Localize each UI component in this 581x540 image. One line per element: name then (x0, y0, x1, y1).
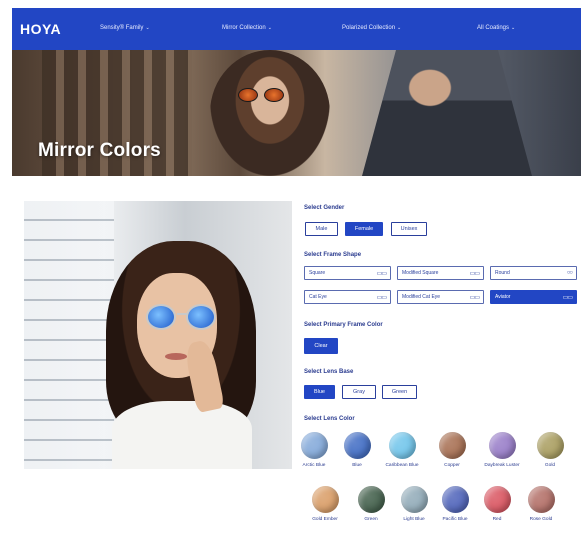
lens-color-swatch[interactable] (441, 486, 469, 513)
lens-color-swatch[interactable] (536, 432, 564, 459)
frame-shape-label: Select Frame Shape (304, 252, 362, 258)
chevron-down-icon: ⌄ (267, 25, 272, 31)
lens-color-option[interactable]: Red (477, 486, 517, 522)
lens-color-name: Green (364, 517, 378, 522)
nav-item-mirror[interactable]: Mirror Collection ⌄ (222, 25, 272, 31)
lens-color-name: Copper (444, 463, 460, 468)
frame-shape-name: Aviator (495, 294, 511, 300)
lens-color-swatch[interactable] (488, 432, 516, 459)
lens-color-name: Red (492, 517, 502, 522)
glasses-icon: ▭▭ (376, 270, 387, 277)
lens-color-name: Blue (352, 463, 362, 468)
lens-color-option[interactable]: Gold (530, 432, 570, 468)
frame-shape-name: Square (309, 270, 326, 276)
frame-shape-name: Modified Cat Eye (402, 294, 441, 300)
lens-color-name: Gold Ember (312, 517, 338, 522)
model-preview-image (24, 201, 292, 469)
gender-unisex-button[interactable]: Unisex (391, 222, 427, 236)
lens-color-option[interactable]: Pacific Blue (435, 486, 475, 522)
glasses-icon: ▭▭ (376, 294, 387, 301)
nav-item-polarized[interactable]: Polarized Collection ⌄ (342, 25, 401, 31)
hero-banner: Mirror Colors (12, 50, 581, 176)
lens-color-name: Arctic Blue (302, 463, 326, 468)
lens-color-swatch[interactable] (483, 486, 511, 513)
lens-color-name: Pacific Blue (442, 517, 468, 522)
glasses-icon: ▭▭ (469, 294, 480, 301)
nav-item-label: Sensity® Family (100, 25, 144, 31)
nav-item-label: Mirror Collection (222, 25, 266, 31)
frame-color-clear-button[interactable]: Clear (304, 338, 338, 354)
top-nav: HOYA Sensity® Family ⌄ Mirror Collection ⌄… (12, 8, 581, 50)
nav-item-sensity[interactable]: Sensity® Family ⌄ (100, 25, 150, 31)
frame-shape-square[interactable]: Square ▭▭ (304, 266, 391, 280)
lens-color-swatch[interactable] (527, 486, 555, 513)
lens-color-name: Daybreak Luster (484, 463, 520, 468)
frame-shape-modified-cat-eye[interactable]: Modified Cat Eye ▭▭ (397, 290, 484, 304)
preview-frame-bridge (177, 313, 187, 315)
frame-shape-round[interactable]: Round ○○ (490, 266, 577, 280)
model-top (112, 401, 252, 469)
lens-color-swatch[interactable] (438, 432, 466, 459)
lens-color-swatch[interactable] (343, 432, 371, 459)
preview-lens-left (146, 304, 176, 330)
store-shelf (24, 201, 114, 469)
lens-color-swatch[interactable] (357, 486, 385, 513)
glasses-icon: ▭▭ (562, 294, 573, 301)
lens-color-name: Caribbean Blue (385, 463, 419, 468)
lens-color-swatch[interactable] (300, 432, 328, 459)
frame-shape-name: Modified Square (402, 270, 439, 276)
lens-color-option[interactable]: Arctic Blue (294, 432, 334, 468)
lens-color-option[interactable]: Blue (337, 432, 377, 468)
hero-woman-image (210, 50, 330, 176)
nav-item-label: All Coatings (477, 25, 510, 31)
lens-color-name: Light Blue (403, 517, 425, 522)
nav-item-label: Polarized Collection (342, 25, 396, 31)
lens-color-name: Gold (544, 463, 556, 468)
lens-color-swatch[interactable] (388, 432, 416, 459)
chevron-down-icon: ⌄ (397, 25, 402, 31)
frame-shape-aviator[interactable]: Aviator ▭▭ (490, 290, 577, 304)
lens-color-option[interactable]: Green (351, 486, 391, 522)
lens-color-option[interactable]: Gold Ember (305, 486, 345, 522)
page-title: Mirror Colors (38, 140, 161, 161)
frame-shape-name: Round (495, 270, 510, 276)
nav-item-coatings[interactable]: All Coatings ⌄ (477, 25, 515, 31)
hero-man-image (362, 50, 532, 176)
hero-sunglasses (238, 88, 288, 102)
lens-color-option[interactable]: Copper (432, 432, 472, 468)
frame-color-label: Select Primary Frame Color (304, 322, 383, 328)
lens-base-label: Select Lens Base (304, 369, 354, 375)
lens-color-name: Rose Gold (529, 517, 553, 522)
chevron-down-icon: ⌄ (511, 25, 516, 31)
lens-base-gray-button[interactable]: Gray (342, 385, 376, 399)
chevron-down-icon: ⌄ (145, 25, 150, 31)
frame-shape-name: Cat Eye (309, 294, 327, 300)
lens-base-blue-button[interactable]: Blue (304, 385, 335, 399)
lens-color-label: Select Lens Color (304, 416, 355, 422)
glasses-icon: ○○ (566, 270, 573, 276)
hoya-logo[interactable]: HOYA (20, 21, 102, 37)
frame-shape-cat-eye[interactable]: Cat Eye ▭▭ (304, 290, 391, 304)
lens-color-option[interactable]: Caribbean Blue (382, 432, 422, 468)
frame-shape-modified-square[interactable]: Modified Square ▭▭ (397, 266, 484, 280)
gender-label: Select Gender (304, 205, 345, 211)
model-lips (165, 353, 187, 360)
preview-lens-right (186, 304, 216, 330)
lens-color-option[interactable]: Daybreak Luster (482, 432, 522, 468)
gender-male-button[interactable]: Male (305, 222, 338, 236)
glasses-icon: ▭▭ (469, 270, 480, 277)
lens-color-option[interactable]: Light Blue (394, 486, 434, 522)
gender-female-button[interactable]: Female (345, 222, 383, 236)
lens-color-swatch[interactable] (311, 486, 339, 513)
lens-color-option[interactable]: Rose Gold (521, 486, 561, 522)
lens-base-green-button[interactable]: Green (382, 385, 417, 399)
lens-color-swatch[interactable] (400, 486, 428, 513)
page-frame: HOYA Sensity® Family ⌄ Mirror Collection ⌄… (12, 8, 581, 540)
